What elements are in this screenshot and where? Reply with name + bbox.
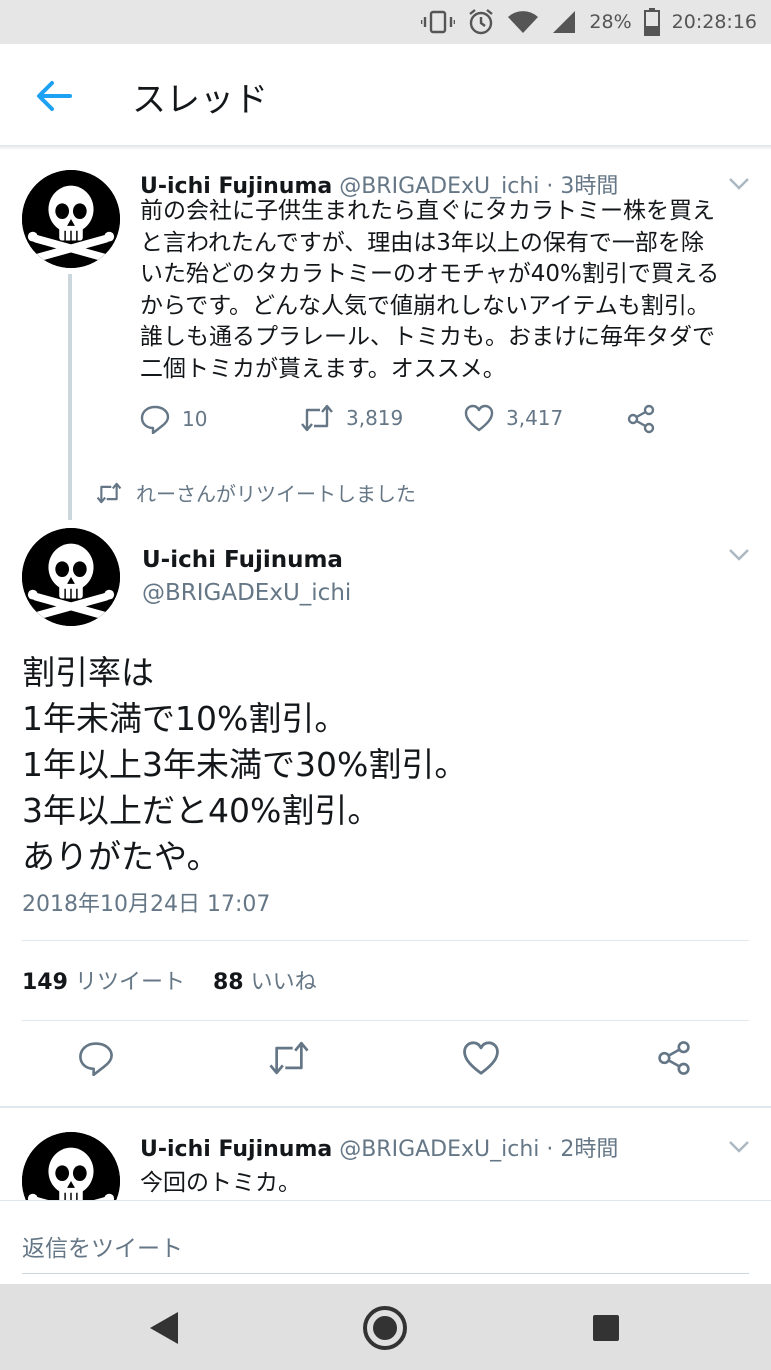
tweet-timestamp: 2018年10月24日 17:07 — [22, 892, 271, 917]
reply-icon — [140, 405, 170, 434]
divider — [0, 1106, 771, 1108]
reply-icon — [79, 1042, 113, 1077]
author-name[interactable]: U-ichi Fujinuma — [140, 1137, 332, 1162]
like-count[interactable]: 88 — [213, 970, 244, 995]
share-button[interactable] — [626, 404, 656, 434]
reply-button[interactable]: 10 — [140, 404, 207, 434]
signal-icon — [551, 9, 577, 35]
reply-count: 10 — [182, 407, 208, 431]
tweet-text-line: 前の会社に子供生まれたら直ぐにタカラトミー株を買え — [140, 198, 715, 224]
skull-icon — [22, 170, 120, 268]
like-count: 3,417 — [506, 406, 564, 430]
retweet-label[interactable]: リツイート — [75, 970, 185, 995]
reply-input-underline — [22, 1273, 749, 1274]
retweet-button[interactable]: 3,819 — [300, 404, 403, 432]
retweet-button[interactable] — [268, 1040, 309, 1084]
retweet-count[interactable]: 149 — [22, 970, 68, 995]
triangle-back-icon — [150, 1312, 178, 1344]
nav-recents-button[interactable] — [582, 1304, 630, 1352]
nav-home-button[interactable] — [361, 1304, 409, 1352]
heart-icon — [463, 1041, 499, 1075]
tweet-text: 今回のトミカ。 — [140, 1170, 301, 1196]
heart-icon — [464, 404, 494, 432]
author-handle[interactable]: @BRIGADExU_ichi — [142, 580, 351, 606]
tweet-text-line: いた殆どのタカラトミーのオモチャが40%割引で買える — [140, 261, 720, 287]
share-icon — [658, 1041, 690, 1075]
retweet-notice-text[interactable]: れーさんがリツイートしました — [136, 478, 416, 507]
tweet-text-line: 1年未満で10%割引。 — [22, 699, 348, 738]
retweet-count: 3,819 — [346, 406, 404, 430]
battery-percent: 28% — [589, 11, 632, 33]
reply-input[interactable]: 返信をツイート — [22, 1229, 183, 1263]
tweet-text-line: からです。どんな人気で値崩れしないアイテムも割引。 — [140, 292, 710, 319]
tweet-text-line: 二個トミカが貰えます。オススメ。 — [140, 355, 506, 382]
share-icon — [627, 404, 655, 434]
clock: 20:28:16 — [671, 11, 757, 33]
status-bar: 28% 20:28:16 — [0, 0, 771, 44]
like-button[interactable] — [462, 1040, 502, 1084]
back-arrow-icon — [37, 81, 72, 111]
tweet-header: U-ichi Fujinuma @BRIGADExU_ichi · 2時間 — [140, 1131, 618, 1163]
divider — [22, 1020, 749, 1021]
tweet-text-line: と言われたんですが、理由は3年以上の保有で一部を除 — [140, 229, 704, 256]
avatar[interactable] — [22, 170, 120, 268]
wifi-icon — [507, 9, 539, 35]
battery-icon — [643, 8, 660, 36]
app-bar-shadow — [0, 146, 771, 150]
tweet-time: · 2時間 — [546, 1137, 619, 1162]
reply-bar: 返信をツイート — [0, 1200, 771, 1284]
tweet-text: 割引率は 1年未満で10%割引。 1年以上3年未満で30%割引。 3年以上だと4… — [22, 650, 467, 880]
tweet-actions — [0, 1040, 771, 1088]
tweet-text-line: 割引率は — [22, 653, 154, 692]
retweet-icon — [301, 404, 333, 432]
avatar[interactable] — [22, 528, 120, 626]
tweet-text-line: 1年以上3年未満で30%割引。 — [22, 745, 468, 784]
retweet-notice: れーさんがリツイートしました — [96, 478, 416, 507]
author-handle[interactable]: @BRIGADExU_ichi — [339, 1137, 539, 1162]
tweet-text-line: 3年以上だと40%割引。 — [22, 791, 381, 830]
tweet-actions: 10 3,819 3,417 — [140, 404, 680, 444]
like-label[interactable]: いいね — [251, 970, 317, 995]
nav-back-button[interactable] — [140, 1304, 188, 1352]
reply-button[interactable] — [78, 1040, 118, 1084]
tweet-text-line: 誰しも通るプラレール、トミカも。おまけに毎年タダで — [140, 324, 715, 350]
vibrate-icon — [421, 10, 456, 34]
alarm-icon — [467, 8, 495, 36]
chevron-down-icon[interactable] — [728, 548, 750, 562]
back-button[interactable] — [34, 78, 74, 114]
author-name[interactable]: U-ichi Fujinuma — [142, 547, 343, 573]
tweet-text: 前の会社に子供生まれたら直ぐにタカラトミー株を買え と言われたんですが、理由は3… — [140, 196, 752, 385]
square-recents-icon — [593, 1315, 619, 1341]
tweet-stats: 149 リツイート 88 いいね — [22, 964, 317, 996]
page-title: スレッド — [132, 80, 268, 120]
divider — [22, 940, 749, 941]
like-button[interactable]: 3,417 — [464, 404, 563, 432]
thread-connector-line — [68, 274, 72, 520]
retweet-icon — [269, 1041, 309, 1075]
chevron-down-icon[interactable] — [728, 1140, 750, 1154]
share-button[interactable] — [656, 1040, 696, 1084]
home-circle-icon — [363, 1306, 407, 1350]
retweet-icon — [96, 482, 122, 503]
system-nav-bar — [0, 1284, 771, 1370]
tweet-text-line: ありがたや。 — [22, 837, 220, 876]
app-bar: スレッド — [0, 44, 771, 146]
chevron-down-icon[interactable] — [728, 177, 750, 191]
skull-icon — [22, 528, 120, 626]
